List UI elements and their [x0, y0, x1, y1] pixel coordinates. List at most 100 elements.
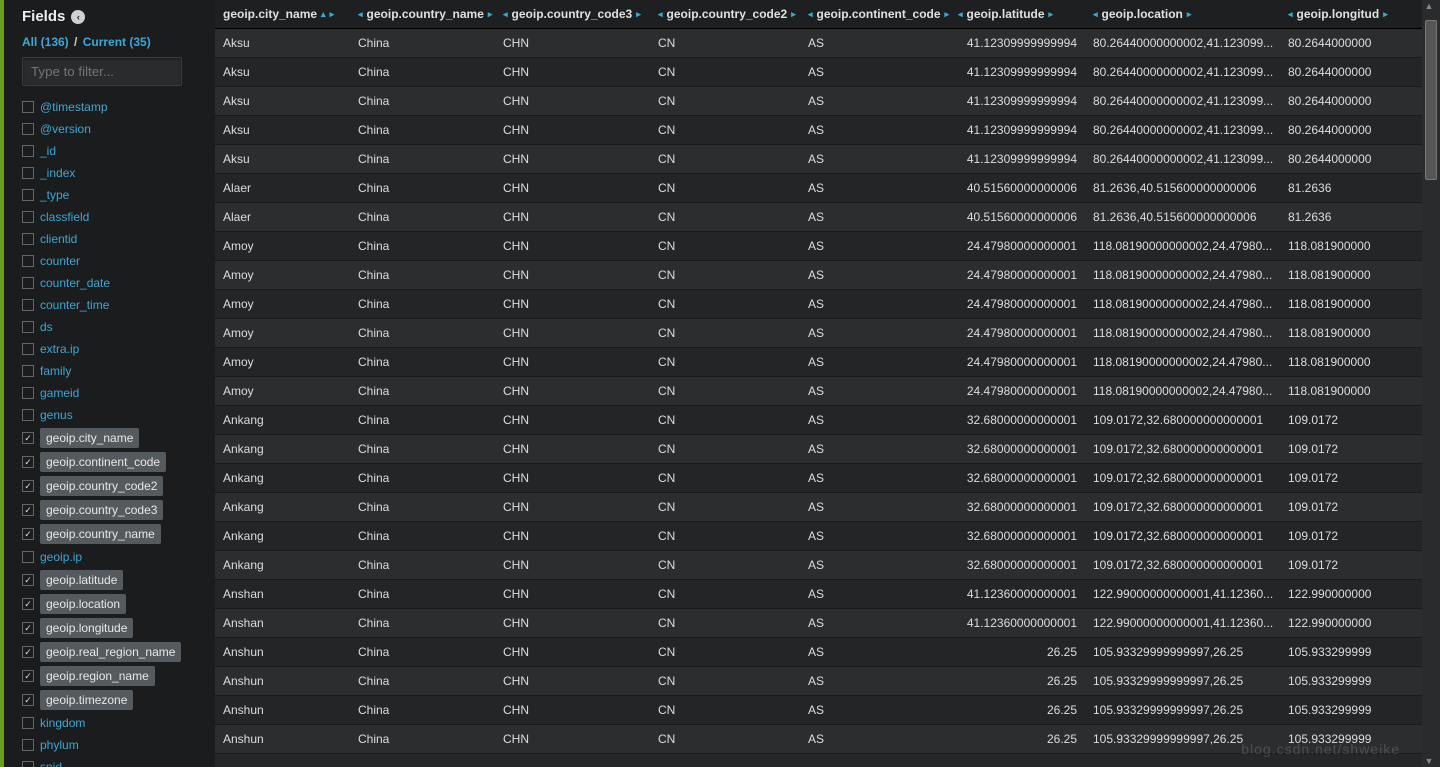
collapse-icon[interactable]: ‹ — [71, 10, 85, 24]
table-row[interactable]: AmoyChinaCHNCNAS24.47980000000001118.081… — [215, 319, 1440, 348]
field-item[interactable]: family — [22, 360, 205, 382]
field-checkbox[interactable] — [22, 551, 34, 563]
table-row[interactable]: AmoyChinaCHNCNAS24.47980000000001118.081… — [215, 377, 1440, 406]
field-checkbox[interactable] — [22, 598, 34, 610]
field-name[interactable]: family — [40, 362, 71, 380]
field-checkbox[interactable] — [22, 432, 34, 444]
move-right-icon[interactable]: ▸ — [1383, 9, 1388, 20]
field-checkbox[interactable] — [22, 255, 34, 267]
table-row[interactable]: AlaerChinaCHNCNAS40.5156000000000681.263… — [215, 203, 1440, 232]
table-row[interactable]: AnshanChinaCHNCNAS41.12360000000001122.9… — [215, 580, 1440, 609]
table-row[interactable]: AksuChinaCHNCNAS41.1230999999999480.2644… — [215, 145, 1440, 174]
field-checkbox[interactable] — [22, 211, 34, 223]
column-header[interactable]: ◂geoip.longitud▸ — [1280, 0, 1410, 28]
table-row[interactable]: AlaerChinaCHNCNAS40.5156000000000681.263… — [215, 174, 1440, 203]
current-fields-link[interactable]: Current (35) — [83, 35, 151, 49]
column-header[interactable]: geoip.city_name▴▸ — [215, 0, 350, 28]
field-item[interactable]: geoip.longitude — [22, 616, 205, 640]
move-right-icon[interactable]: ▸ — [488, 9, 493, 20]
field-checkbox[interactable] — [22, 622, 34, 634]
move-left-icon[interactable]: ◂ — [658, 9, 663, 20]
field-item[interactable]: _index — [22, 162, 205, 184]
field-name[interactable]: ds — [40, 318, 53, 336]
field-item[interactable]: counter — [22, 250, 205, 272]
table-row[interactable]: AksuChinaCHNCNAS41.1230999999999480.2644… — [215, 29, 1440, 58]
field-name[interactable]: counter_time — [40, 296, 109, 314]
field-item[interactable]: gameid — [22, 382, 205, 404]
move-right-icon[interactable]: ▸ — [945, 9, 950, 20]
field-name[interactable]: counter_date — [40, 274, 110, 292]
field-checkbox[interactable] — [22, 233, 34, 245]
field-item[interactable]: geoip.city_name — [22, 426, 205, 450]
field-item[interactable]: geoip.country_name — [22, 522, 205, 546]
field-name[interactable]: @version — [40, 120, 91, 138]
field-item[interactable]: ds — [22, 316, 205, 338]
move-left-icon[interactable]: ◂ — [1288, 9, 1293, 20]
field-item[interactable]: geoip.real_region_name — [22, 640, 205, 664]
field-item[interactable]: counter_date — [22, 272, 205, 294]
field-item[interactable]: snid — [22, 756, 205, 767]
field-item[interactable]: classfield — [22, 206, 205, 228]
field-checkbox[interactable] — [22, 101, 34, 113]
field-checkbox[interactable] — [22, 321, 34, 333]
scrollbar-thumb[interactable] — [1425, 20, 1437, 180]
field-item[interactable]: counter_time — [22, 294, 205, 316]
move-left-icon[interactable]: ◂ — [503, 9, 508, 20]
field-checkbox[interactable] — [22, 694, 34, 706]
table-row[interactable]: AnshunChinaCHNCNAS26.25105.9332999999999… — [215, 638, 1440, 667]
field-checkbox[interactable] — [22, 574, 34, 586]
table-row[interactable]: AnkangChinaCHNCNAS32.68000000000001109.0… — [215, 406, 1440, 435]
move-left-icon[interactable]: ◂ — [1093, 9, 1098, 20]
move-right-icon[interactable]: ▸ — [1049, 9, 1054, 20]
table-row[interactable]: AksuChinaCHNCNAS41.1230999999999480.2644… — [215, 58, 1440, 87]
field-item[interactable]: geoip.country_code2 — [22, 474, 205, 498]
field-checkbox[interactable] — [22, 670, 34, 682]
field-name[interactable]: classfield — [40, 208, 89, 226]
field-item[interactable]: clientid — [22, 228, 205, 250]
field-item[interactable]: extra.ip — [22, 338, 205, 360]
field-name[interactable]: kingdom — [40, 714, 85, 732]
field-name[interactable]: @timestamp — [40, 98, 108, 116]
column-header[interactable]: ◂geoip.continent_code▸ — [800, 0, 950, 28]
table-row[interactable]: AnshunChinaCHNCNAS26.25105.9332999999999… — [215, 667, 1440, 696]
field-checkbox[interactable] — [22, 480, 34, 492]
sort-asc-icon[interactable]: ▴ — [321, 9, 326, 20]
column-header[interactable]: ◂geoip.country_code3▸ — [495, 0, 650, 28]
field-checkbox[interactable] — [22, 387, 34, 399]
field-tag[interactable]: geoip.country_code3 — [40, 500, 163, 520]
field-name[interactable]: _type — [40, 186, 69, 204]
move-left-icon[interactable]: ◂ — [958, 9, 963, 20]
field-tag[interactable]: geoip.latitude — [40, 570, 123, 590]
table-row[interactable]: AksuChinaCHNCNAS41.1230999999999480.2644… — [215, 116, 1440, 145]
field-item[interactable]: kingdom — [22, 712, 205, 734]
field-checkbox[interactable] — [22, 761, 34, 767]
field-item[interactable]: geoip.timezone — [22, 688, 205, 712]
column-header[interactable]: ◂geoip.country_name▸ — [350, 0, 495, 28]
scroll-up-icon[interactable]: ▲ — [1424, 0, 1434, 12]
field-checkbox[interactable] — [22, 343, 34, 355]
field-checkbox[interactable] — [22, 123, 34, 135]
table-row[interactable]: AmoyChinaCHNCNAS24.47980000000001118.081… — [215, 290, 1440, 319]
field-name[interactable]: _index — [40, 164, 75, 182]
field-checkbox[interactable] — [22, 646, 34, 658]
field-filter-input[interactable] — [22, 57, 182, 86]
scroll-down-icon[interactable]: ▼ — [1424, 755, 1434, 767]
field-tag[interactable]: geoip.real_region_name — [40, 642, 181, 662]
column-header[interactable]: ◂geoip.latitude▸ — [950, 0, 1085, 28]
field-checkbox[interactable] — [22, 145, 34, 157]
table-row[interactable]: AnshunChinaCHNCNAS26.25105.9332999999999… — [215, 725, 1440, 754]
field-item[interactable]: @timestamp — [22, 96, 205, 118]
column-header[interactable]: ◂geoip.country_code2▸ — [650, 0, 800, 28]
field-tag[interactable]: geoip.city_name — [40, 428, 139, 448]
field-checkbox[interactable] — [22, 189, 34, 201]
field-item[interactable]: @version — [22, 118, 205, 140]
field-checkbox[interactable] — [22, 365, 34, 377]
move-left-icon[interactable]: ◂ — [358, 9, 363, 20]
field-tag[interactable]: geoip.country_name — [40, 524, 161, 544]
field-item[interactable]: _id — [22, 140, 205, 162]
table-row[interactable]: AnkangChinaCHNCNAS32.68000000000001109.0… — [215, 493, 1440, 522]
table-row[interactable]: AnkangChinaCHNCNAS32.68000000000001109.0… — [215, 522, 1440, 551]
field-item[interactable]: geoip.continent_code — [22, 450, 205, 474]
move-right-icon[interactable]: ▸ — [636, 9, 641, 20]
field-tag[interactable]: geoip.longitude — [40, 618, 133, 638]
